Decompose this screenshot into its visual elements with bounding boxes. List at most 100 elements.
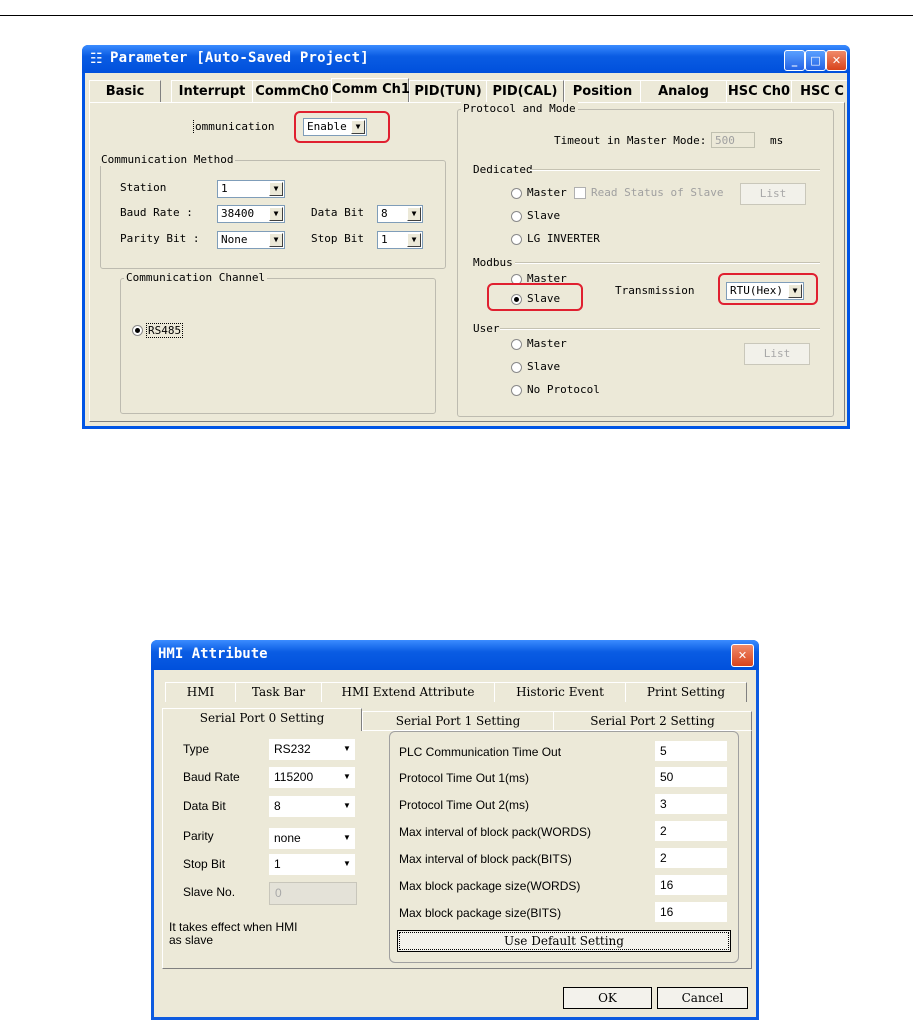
tab-basic[interactable]: Basic — [89, 80, 161, 102]
type-label: Type — [183, 742, 210, 756]
stop-bit-select[interactable]: 1 ▼ — [377, 231, 423, 249]
station-label: Station — [120, 181, 167, 194]
user-list-button[interactable]: List — [744, 343, 810, 365]
baud-rate-value: 38400 — [221, 207, 255, 220]
rs485-label: RS485 — [146, 323, 184, 338]
tab-hsc-ch0[interactable]: HSC Ch0 — [726, 80, 792, 102]
tab-serial-port-1[interactable]: Serial Port 1 Setting — [362, 711, 554, 731]
parity-label: Parity — [183, 829, 214, 843]
field-value: 5 — [660, 744, 667, 758]
field-value: 2 — [660, 824, 667, 838]
parity-value: none — [274, 831, 301, 845]
stop-bit-value: 1 — [274, 857, 281, 871]
no-protocol-label: No Protocol — [527, 383, 600, 396]
window-title: Parameter [Auto-Saved Project] — [110, 50, 369, 66]
row-label: Protocol Time Out 1(ms) — [399, 771, 530, 785]
chevron-down-icon: ▼ — [343, 833, 351, 842]
tab-hmi-extend-attribute[interactable]: HMI Extend Attribute — [321, 682, 495, 702]
tab-pid-cal[interactable]: PID(CAL) — [486, 80, 564, 102]
read-status-checkbox[interactable] — [574, 187, 586, 199]
cancel-button[interactable]: Cancel — [657, 987, 748, 1009]
parity-bit-value: None — [221, 233, 248, 246]
tab-print-setting[interactable]: Print Setting — [625, 682, 747, 702]
close-button[interactable]: ✕ — [826, 50, 847, 71]
field-value: 16 — [660, 905, 674, 919]
use-default-setting-button[interactable]: Use Default Setting — [397, 930, 731, 952]
minimize-button[interactable]: _ — [784, 50, 805, 71]
no-protocol-radio[interactable] — [511, 385, 522, 396]
tab-hmi[interactable]: HMI — [165, 682, 236, 702]
tab-interrupt[interactable]: Interrupt — [171, 80, 253, 102]
user-slave-label: Slave — [527, 360, 561, 373]
dedicated-label: Dedicated — [473, 163, 533, 176]
chevron-down-icon: ▼ — [407, 233, 421, 247]
type-select[interactable]: RS232 ▼ — [269, 739, 355, 760]
tab-pid-tun[interactable]: PID(TUN) — [409, 80, 487, 102]
timing-group — [389, 731, 739, 963]
lg-inverter-radio[interactable] — [511, 234, 522, 245]
user-master-radio[interactable] — [511, 339, 522, 350]
stop-bit-value: 1 — [381, 233, 388, 246]
max-block-words-field[interactable]: 16 — [655, 875, 727, 895]
station-select[interactable]: 1 ▼ — [217, 180, 285, 198]
chevron-down-icon: ▼ — [407, 207, 421, 221]
page-top-rule — [0, 15, 913, 16]
tab-commch0[interactable]: CommCh0 — [252, 80, 332, 102]
ok-button[interactable]: OK — [563, 987, 652, 1009]
data-bit-select[interactable]: 8 ▼ — [269, 796, 355, 817]
maximize-button[interactable]: □ — [805, 50, 826, 71]
window-title: HMI Attribute — [158, 646, 268, 662]
tab-serial-port-2[interactable]: Serial Port 2 Setting — [553, 711, 752, 731]
commch1-panel: ommunication Enable ▼ Communication Meth… — [89, 102, 845, 422]
ded-master-radio[interactable] — [511, 188, 522, 199]
slave-no-field[interactable]: 0 — [269, 882, 357, 905]
group-title: Communication Method — [99, 153, 236, 166]
tab-serial-port-0[interactable]: Serial Port 0 Setting — [162, 708, 362, 731]
row-label: Protocol Time Out 2(ms) — [399, 798, 530, 812]
field-value: 2 — [660, 851, 667, 865]
parameter-window: ☷ Parameter [Auto-Saved Project] _ □ ✕ B… — [82, 45, 850, 429]
max-block-bits-field[interactable]: 16 — [655, 902, 727, 922]
ded-list-button[interactable]: List — [740, 183, 806, 205]
lg-inverter-label: LG INVERTER — [527, 232, 600, 245]
field-value: 3 — [660, 797, 667, 811]
tab-analog[interactable]: Analog — [640, 80, 727, 102]
plc-timeout-field[interactable]: 5 — [655, 741, 727, 761]
data-bit-select[interactable]: 8 ▼ — [377, 205, 423, 223]
title-bar[interactable]: HMI Attribute ✕ — [151, 640, 759, 670]
baud-rate-select[interactable]: 115200 ▼ — [269, 767, 355, 788]
timeout-label: Timeout in Master Mode: — [554, 134, 707, 147]
rs485-radio[interactable] — [132, 325, 143, 336]
tab-task-bar[interactable]: Task Bar — [235, 682, 322, 702]
timeout-field[interactable]: 500 — [711, 132, 755, 148]
field-value: 16 — [660, 878, 674, 892]
tab-position[interactable]: Position — [564, 80, 641, 102]
stop-bit-label: Stop Bit — [311, 232, 364, 245]
baud-rate-select[interactable]: 38400 ▼ — [217, 205, 285, 223]
protocol-timeout-2-field[interactable]: 3 — [655, 794, 727, 814]
close-button[interactable]: ✕ — [731, 644, 754, 667]
row-label: Max interval of block pack(BITS) — [399, 852, 572, 866]
ded-slave-radio[interactable] — [511, 211, 522, 222]
stop-bit-select[interactable]: 1 ▼ — [269, 854, 355, 875]
slave-note: It takes effect when HMI as slave — [169, 920, 298, 947]
data-bit-value: 8 — [381, 207, 388, 220]
ded-slave-label: Slave — [527, 209, 561, 222]
chevron-down-icon: ▼ — [343, 859, 351, 868]
title-bar[interactable]: ☷ Parameter [Auto-Saved Project] _ □ ✕ — [82, 45, 850, 73]
tab-hsc-c[interactable]: HSC C — [791, 80, 847, 102]
user-label: User — [473, 322, 500, 335]
user-slave-radio[interactable] — [511, 362, 522, 373]
separator — [515, 262, 820, 264]
parity-select[interactable]: none ▼ — [269, 828, 355, 849]
max-interval-bits-field[interactable]: 2 — [655, 848, 727, 868]
serial-port-0-panel: Type RS232 ▼ Baud Rate 115200 ▼ Data Bit… — [162, 730, 752, 969]
max-interval-words-field[interactable]: 2 — [655, 821, 727, 841]
protocol-timeout-1-field[interactable]: 50 — [655, 767, 727, 787]
baud-rate-label: Baud Rate — [183, 770, 240, 784]
transmission-label: Transmission — [615, 284, 695, 297]
data-bit-label: Data Bit — [311, 206, 364, 219]
tab-commch1[interactable]: Comm Ch1 — [331, 78, 410, 102]
parity-bit-select[interactable]: None ▼ — [217, 231, 285, 249]
tab-historic-event[interactable]: Historic Event — [494, 682, 626, 702]
